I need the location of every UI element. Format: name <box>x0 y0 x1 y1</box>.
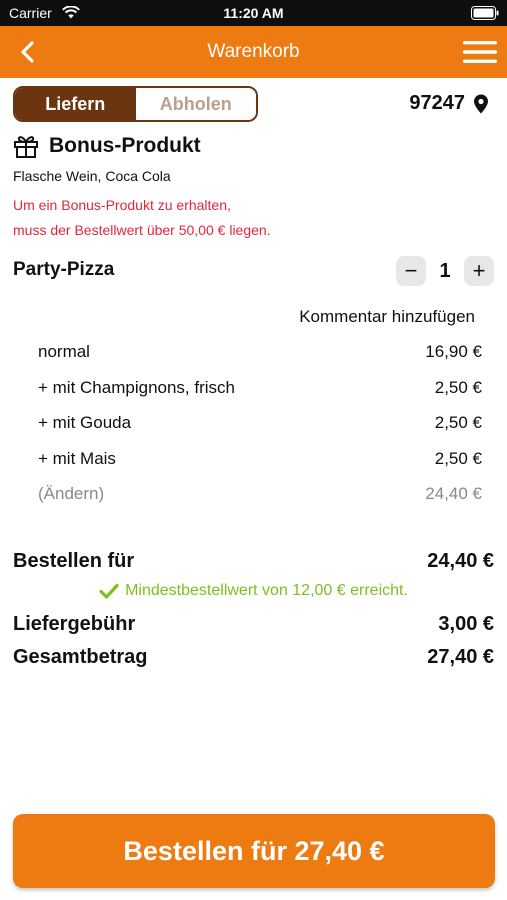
order-for-label: Bestellen für <box>13 550 135 572</box>
product-subtotal: 24,40 € <box>425 484 482 503</box>
total-label: Gesamtbetrag <box>13 646 148 668</box>
line-label: + mit Mais <box>38 449 116 468</box>
bonus-condition-note: Um ein Bonus-Produkt zu erhalten, muss d… <box>13 193 271 243</box>
toggle-deliver[interactable]: Liefern <box>15 88 136 120</box>
place-order-button[interactable]: Bestellen für 27,40 € <box>13 814 495 888</box>
quantity-value: 1 <box>439 259 451 282</box>
line-label: normal <box>38 342 90 361</box>
product-line-item: normal 16,90 € <box>38 342 482 362</box>
bonus-items: Flasche Wein, Coca Cola <box>13 168 171 184</box>
toggle-pickup[interactable]: Abholen <box>135 88 256 120</box>
min-order-text: Mindestbestellwert von 12,00 € erreicht. <box>125 582 408 599</box>
product-line-item: (Ändern) 24,40 € <box>38 484 482 504</box>
line-price: 2,50 € <box>434 378 482 397</box>
min-order-status: Mindestbestellwert von 12,00 € erreicht. <box>0 582 507 600</box>
gift-icon <box>14 136 38 158</box>
order-for-row: Bestellen für 24,40 € <box>13 550 494 573</box>
bonus-note-line-1: Um ein Bonus-Produkt zu erhalten, <box>13 197 231 213</box>
bonus-note-line-2: muss der Bestellwert über 50,00 € liegen… <box>13 222 271 238</box>
checkmark-icon <box>99 583 119 599</box>
line-label: + mit Gouda <box>38 413 132 432</box>
increase-quantity-button[interactable]: + <box>464 256 494 286</box>
delivery-fee-value: 3,00 € <box>438 613 494 635</box>
zip-code: 97247 <box>409 92 465 114</box>
status-bar: Carrier 11:20 AM <box>0 0 507 26</box>
product-line-item: + mit Champignons, frisch 2,50 € <box>38 378 482 398</box>
total-row: Gesamtbetrag 27,40 € <box>13 646 494 669</box>
add-comment-link[interactable]: Kommentar hinzufügen <box>299 307 475 327</box>
page-title: Warenkorb <box>207 41 300 62</box>
location-pin-icon <box>474 94 488 113</box>
delivery-fee-label: Liefergebühr <box>13 613 136 635</box>
total-value: 27,40 € <box>427 646 494 668</box>
order-for-value: 24,40 € <box>427 550 494 572</box>
quantity-stepper: − 1 + <box>396 256 494 286</box>
line-price: 16,90 € <box>425 342 482 361</box>
delivery-mode-toggle: Liefern Abholen <box>13 86 258 122</box>
nav-bar: Warenkorb <box>0 26 507 78</box>
clock: 11:20 AM <box>223 5 284 21</box>
zip-code-selector[interactable]: 97247 <box>409 92 489 115</box>
battery-icon <box>471 6 499 20</box>
edit-product-link[interactable]: (Ändern) <box>38 484 104 504</box>
hamburger-menu-icon[interactable] <box>463 38 497 66</box>
bonus-header: Bonus-Produkt <box>13 134 201 158</box>
product-line-item: + mit Gouda 2,50 € <box>38 413 482 433</box>
bonus-title: Bonus-Produkt <box>49 134 201 157</box>
product-name: Party-Pizza <box>13 259 115 280</box>
product-line-item: + mit Mais 2,50 € <box>38 449 482 469</box>
delivery-fee-row: Liefergebühr 3,00 € <box>13 613 494 636</box>
line-price: 2,50 € <box>434 449 482 468</box>
line-label: + mit Champignons, frisch <box>38 378 235 397</box>
line-price: 2,50 € <box>434 413 482 432</box>
decrease-quantity-button[interactable]: − <box>396 256 426 286</box>
